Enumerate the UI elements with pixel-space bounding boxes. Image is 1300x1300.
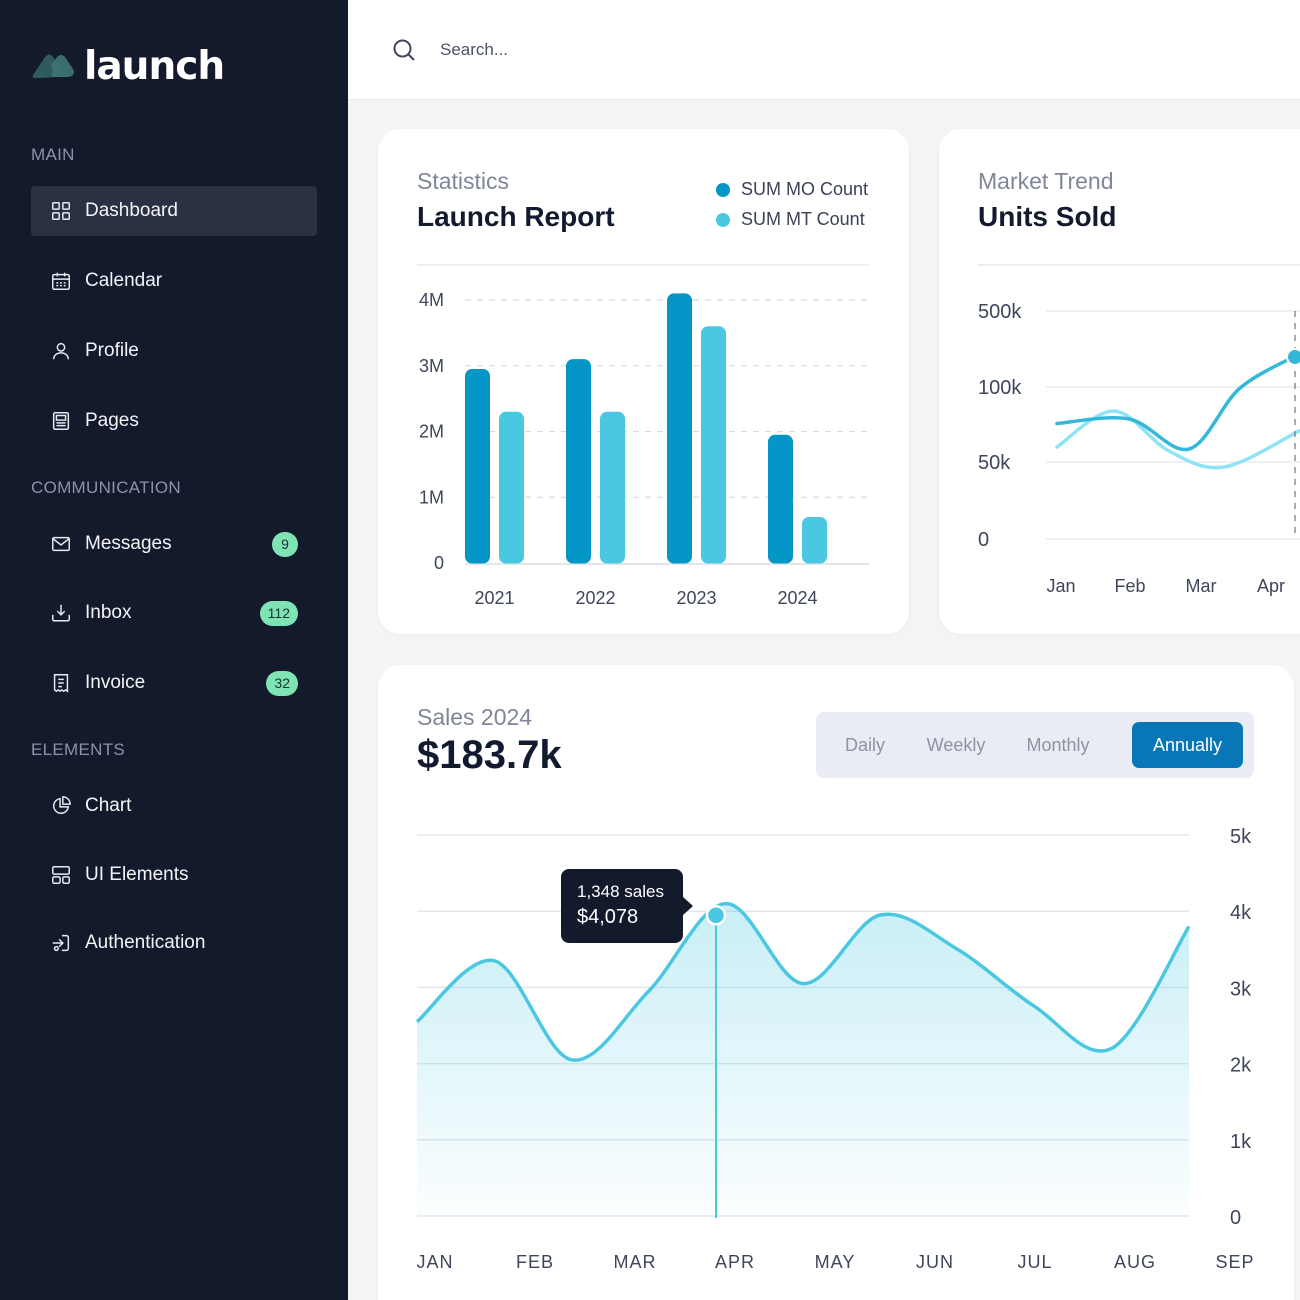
x-tick-label: FEB (516, 1252, 554, 1272)
bar (667, 293, 692, 564)
x-tick-label: 2024 (777, 588, 817, 608)
x-tick-label: APR (715, 1252, 755, 1272)
y-tick-label: 3k (1230, 978, 1252, 1000)
document-icon (49, 409, 73, 433)
sidebar-item-label: Pages (85, 410, 139, 431)
sidebar-item-pages[interactable]: Pages (31, 396, 317, 446)
tooltip-sales: 1,348 sales (577, 882, 664, 901)
sidebar-item-chart[interactable]: Chart (31, 781, 317, 831)
sidebar: launch MAIN Dashboard Calendar Profile P… (0, 0, 348, 1300)
bar (465, 369, 490, 564)
y-tick-label: 0 (434, 553, 444, 573)
sales-area (417, 903, 1189, 1216)
grid-icon (49, 199, 73, 223)
user-icon (49, 339, 73, 363)
login-icon (49, 931, 73, 955)
invoice-icon (49, 671, 73, 695)
sales-tooltip: 1,348 sales $4,078 (561, 869, 693, 943)
period-selector: Daily Weekly Monthly Annually (816, 712, 1254, 778)
launch-report-card: Statistics Launch Report SUM MO Count SU… (378, 129, 909, 634)
y-tick-label: 50k (978, 452, 1011, 474)
y-tick-label: 100k (978, 377, 1022, 399)
y-tick-label: 2k (1230, 1055, 1252, 1077)
launch-report-chart: 0 1M 2M 3M 4M 2021 2022 2023 2024 (417, 264, 869, 608)
y-tick-label: 1k (1230, 1131, 1252, 1153)
bar (701, 326, 726, 564)
x-tick-label: JUN (916, 1252, 954, 1272)
sidebar-item-dashboard[interactable]: Dashboard (31, 186, 317, 236)
invoice-count-badge: 32 (266, 670, 298, 696)
y-tick-label: 500k (978, 301, 1022, 323)
y-tick-label: 0 (978, 529, 989, 551)
sidebar-item-label: Dashboard (85, 200, 178, 221)
topbar (348, 0, 1300, 100)
sidebar-item-messages[interactable]: Messages 9 (31, 519, 317, 569)
highlight-point (705, 905, 727, 926)
x-tick-label: MAY (815, 1252, 856, 1272)
sidebar-item-label: Inbox (85, 602, 132, 623)
sidebar-item-label: Messages (85, 533, 172, 554)
sidebar-item-inbox[interactable]: Inbox 112 (31, 588, 317, 638)
section-label-communication: COMMUNICATION (31, 478, 181, 497)
x-tick-label: SEP (1215, 1252, 1254, 1272)
logo[interactable]: launch (31, 44, 225, 90)
highlight-point (1286, 348, 1300, 366)
section-label-main: MAIN (31, 145, 75, 164)
period-monthly-button[interactable]: Monthly (1012, 722, 1104, 768)
units-sold-card: Market Trend Units Sold 0 50k 100k 500k Jan F… (939, 129, 1300, 634)
sidebar-item-label: Chart (85, 795, 132, 816)
search-icon[interactable] (392, 38, 416, 62)
app-name: launch (84, 44, 225, 89)
y-tick-label: 4k (1230, 902, 1252, 924)
y-tick-label: 5k (1230, 826, 1252, 848)
x-tick-label: JUL (1017, 1252, 1052, 1272)
tooltip-value: $4,078 (577, 906, 639, 928)
x-tick-label: 2022 (575, 588, 615, 608)
x-tick-label: MAR (614, 1252, 657, 1272)
messages-count-badge: 9 (272, 531, 298, 557)
sidebar-item-label: Calendar (85, 270, 163, 291)
period-daily-button[interactable]: Daily (830, 722, 900, 768)
sidebar-item-label: Invoice (85, 672, 146, 693)
layout-icon (49, 863, 73, 887)
bar (600, 411, 625, 564)
bar (499, 411, 524, 564)
x-tick-label: AUG (1114, 1252, 1156, 1272)
bar (768, 434, 793, 564)
x-tick-label: 2021 (474, 588, 514, 608)
bar (566, 359, 591, 564)
x-tick-label: Feb (1114, 576, 1145, 596)
x-tick-label: Jan (1046, 576, 1075, 596)
envelope-icon (49, 532, 73, 556)
y-tick-label: 2M (419, 422, 444, 442)
y-tick-label: 0 (1230, 1207, 1241, 1229)
sidebar-item-label: Profile (85, 340, 139, 361)
sidebar-item-profile[interactable]: Profile (31, 326, 317, 376)
sidebar-item-invoice[interactable]: Invoice 32 (31, 658, 317, 708)
launch-logo-icon (32, 54, 74, 79)
y-tick-label: 4M (419, 290, 444, 310)
calendar-icon (49, 269, 73, 293)
period-weekly-button[interactable]: Weekly (916, 722, 996, 768)
sidebar-item-calendar[interactable]: Calendar (31, 256, 317, 306)
x-tick-label: Mar (1186, 576, 1217, 596)
sidebar-item-authentication[interactable]: Authentication (31, 918, 317, 968)
y-tick-label: 3M (419, 356, 444, 376)
x-tick-label: JAN (416, 1252, 453, 1272)
series-line (1055, 354, 1297, 452)
pie-chart-icon (49, 794, 73, 818)
x-tick-label: Apr (1257, 576, 1285, 596)
x-tick-label: 2023 (676, 588, 716, 608)
sidebar-item-ui-elements[interactable]: UI Elements (31, 850, 317, 900)
units-sold-chart: 0 50k 100k 500k Jan Feb Mar Apr (978, 264, 1300, 596)
inbox-download-icon (49, 601, 73, 625)
sidebar-item-label: UI Elements (85, 864, 189, 885)
section-label-elements: ELEMENTS (31, 740, 126, 759)
inbox-count-badge: 112 (259, 600, 298, 626)
period-annually-button[interactable]: Annually (1132, 722, 1243, 768)
bar (802, 516, 827, 564)
search-input[interactable] (440, 35, 840, 65)
y-tick-label: 1M (419, 487, 444, 507)
sidebar-item-label: Authentication (85, 932, 206, 953)
